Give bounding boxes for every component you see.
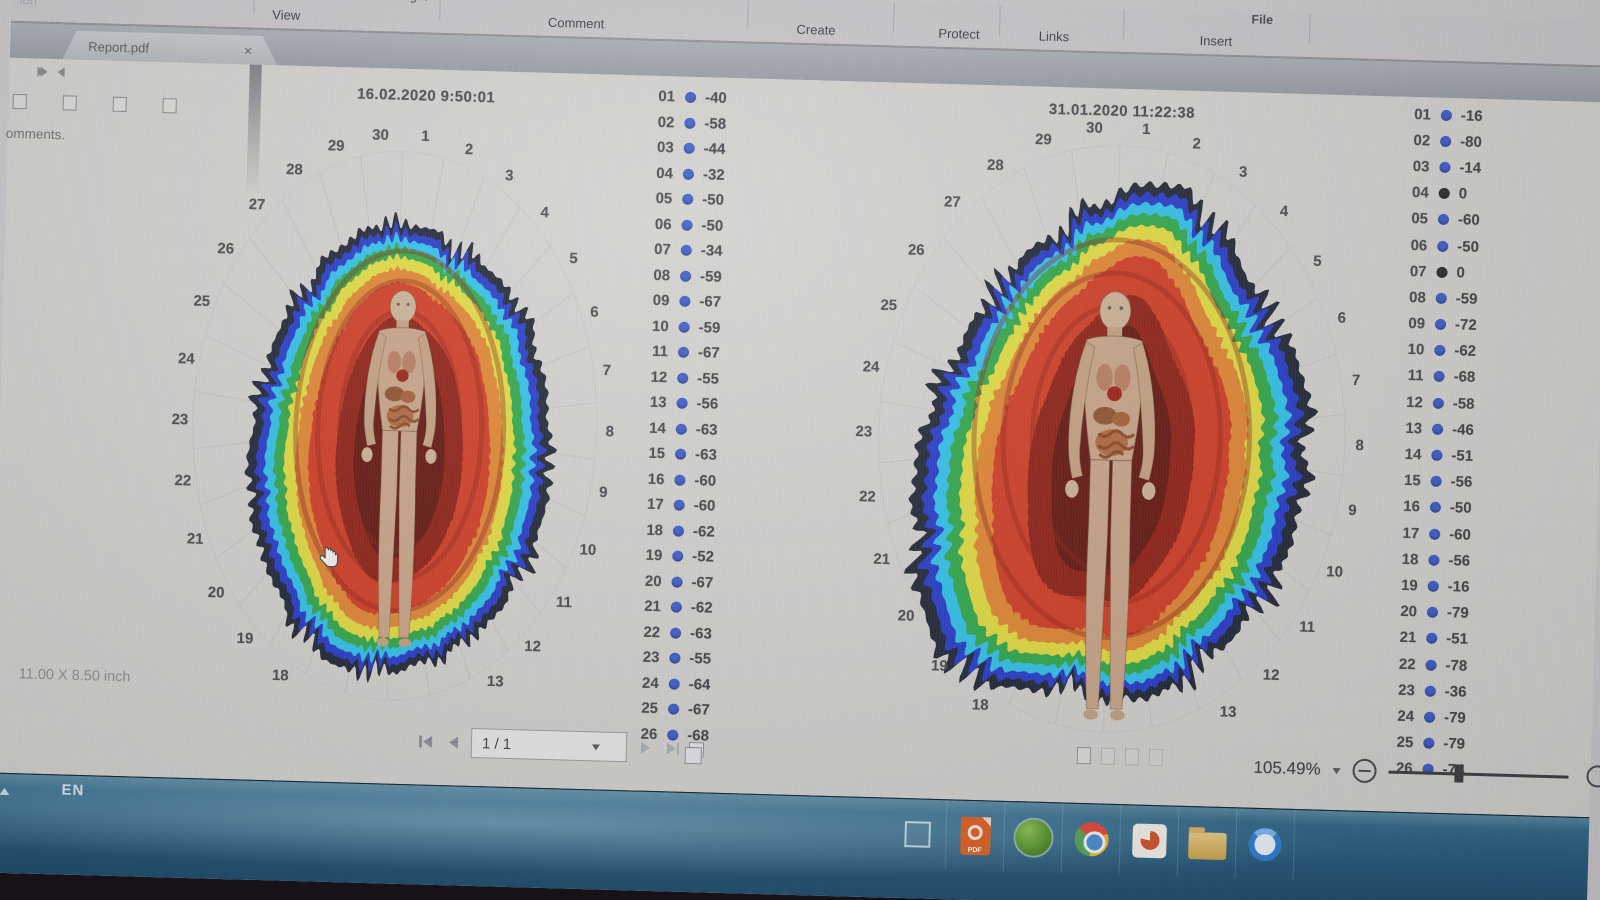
close-icon[interactable]: ×	[244, 42, 279, 59]
taskbar-item	[1235, 808, 1296, 880]
panel-icon[interactable]	[112, 96, 127, 113]
zoom-level-value[interactable]: 105.49%	[1228, 757, 1321, 780]
ribbon-separator	[439, 0, 442, 20]
fit-view-icon[interactable]	[1148, 748, 1164, 767]
ribbon-separator	[747, 0, 749, 29]
ribbon-separator	[1308, 14, 1311, 45]
ribbon-separator	[998, 5, 1001, 36]
ribbon-group-links[interactable]: Links	[1039, 29, 1070, 45]
view-mode-buttons	[1076, 746, 1164, 767]
single-page-view-icon[interactable]	[1076, 746, 1092, 765]
document-page: omments. 11.00 X 8.50 inch 16.02.2020 9:…	[0, 57, 1600, 818]
scan-date-right: 31.01.2020 11:22:38	[1048, 100, 1196, 122]
zoom-dropdown-caret[interactable]	[1332, 767, 1341, 778]
tab-title: Report.pdf	[88, 38, 150, 56]
page-layout-icon[interactable]	[688, 741, 705, 757]
taskbar-item: PDF	[945, 800, 1006, 872]
page-number-input-wrap	[470, 727, 628, 763]
two-page-view-icon[interactable]	[1124, 748, 1140, 766]
antivirus-icon[interactable]	[1014, 819, 1052, 857]
powerpoint-icon[interactable]	[1131, 823, 1167, 859]
page-size-label: 11.00 X 8.50 inch	[18, 666, 131, 686]
ribbon-separator	[892, 2, 895, 33]
panel-toolbar-icons[interactable]	[12, 93, 177, 114]
file-menu-button[interactable]: File	[1251, 12, 1273, 27]
ribbon-group-insert[interactable]: Insert	[1199, 33, 1232, 49]
zoom-out-button[interactable]	[1352, 758, 1377, 784]
taskbar-item	[1119, 805, 1180, 877]
rotate-right-button[interactable]: Rotate Right	[342, 0, 428, 3]
comments-panel-label: omments.	[5, 125, 66, 143]
next-page-button[interactable]	[637, 740, 653, 756]
browser-icon[interactable]	[1248, 827, 1282, 862]
first-page-button[interactable]	[418, 733, 435, 749]
taskbar-item	[1061, 803, 1122, 876]
monitor-screen: ion See Fit Visible Rotate Right File Vi…	[0, 0, 1600, 900]
panel-icon[interactable]	[162, 98, 177, 114]
hand-cursor-icon	[316, 545, 341, 577]
photographed-screen: ion See Fit Visible Rotate Right File Vi…	[0, 0, 1600, 900]
ribbon-group-create[interactable]: Create	[796, 22, 835, 38]
pdf-app-icon[interactable]: PDF	[959, 816, 991, 856]
ribbon-separator	[253, 0, 256, 15]
scan-date-left: 16.02.2020 9:50:01	[356, 85, 496, 107]
ribbon-group-protect[interactable]: Protect	[938, 26, 980, 42]
window-icon[interactable]	[903, 821, 931, 848]
taskbar-item	[887, 798, 948, 871]
ribbon-group-comment[interactable]: Comment	[548, 15, 605, 32]
chevron-down-icon[interactable]	[591, 743, 601, 755]
previous-page-button[interactable]	[445, 734, 461, 750]
taskbar-item	[1003, 801, 1064, 874]
pdf-viewer-window: ion See Fit Visible Rotate Right File Vi…	[0, 0, 1600, 900]
chrome-icon[interactable]	[1073, 821, 1109, 857]
hidden-icons-chevron[interactable]	[0, 782, 10, 795]
ribbon-separator	[1122, 8, 1125, 39]
panel-icon[interactable]	[12, 93, 27, 110]
continuous-view-icon[interactable]	[1100, 747, 1116, 765]
folder-icon[interactable]	[1187, 831, 1227, 860]
language-indicator[interactable]: EN	[61, 782, 84, 800]
ribbon-corner-text: ion	[19, 0, 37, 8]
taskbar-icons: PDF	[887, 798, 1296, 880]
bookmark-nav-icons[interactable]	[37, 66, 65, 78]
zoom-slider-handle[interactable]	[1454, 764, 1464, 783]
panel-icon[interactable]	[62, 95, 77, 111]
taskbar-item	[1177, 806, 1238, 879]
zoom-slider[interactable]	[1388, 763, 1569, 786]
ribbon-group-view[interactable]: View	[272, 7, 300, 23]
panel-edge-shadow	[246, 64, 262, 193]
page-number-input[interactable]	[471, 733, 593, 756]
last-page-button[interactable]	[663, 740, 680, 756]
